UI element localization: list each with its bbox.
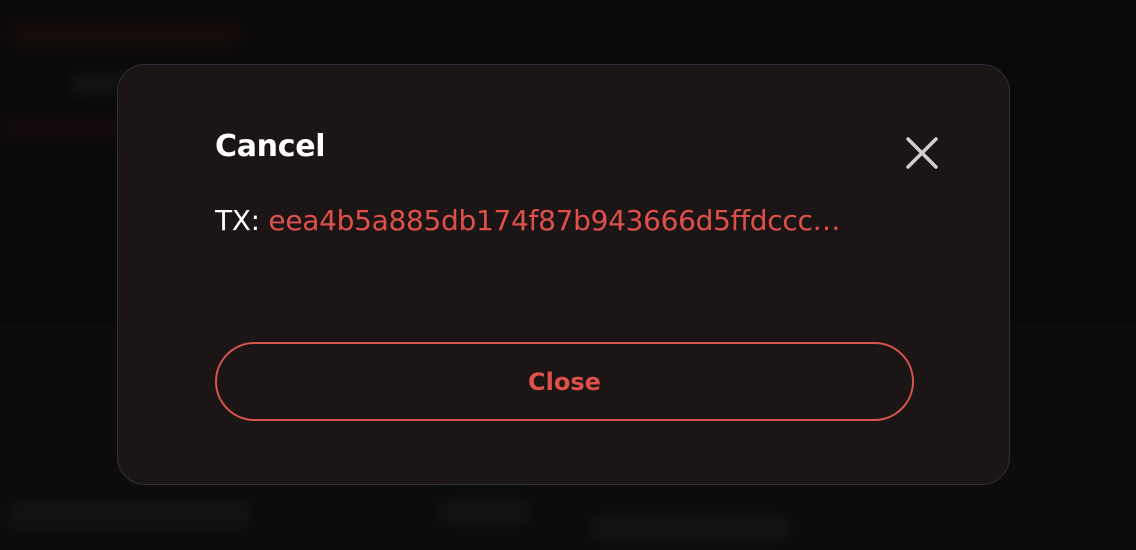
tx-hash-link[interactable]: eea4b5a885db174f87b943666d5ffdccc…: [268, 204, 840, 237]
close-icon-glyph: [906, 137, 938, 169]
tx-label: TX:: [215, 204, 269, 237]
cancel-dialog: Cancel TX: eea4b5a885db174f87b943666d5ff…: [117, 64, 1010, 485]
transaction-row: TX: eea4b5a885db174f87b943666d5ffdccc…: [215, 201, 915, 241]
close-icon[interactable]: [904, 135, 940, 171]
close-button[interactable]: Close: [215, 342, 914, 421]
dialog-title: Cancel: [215, 129, 326, 164]
